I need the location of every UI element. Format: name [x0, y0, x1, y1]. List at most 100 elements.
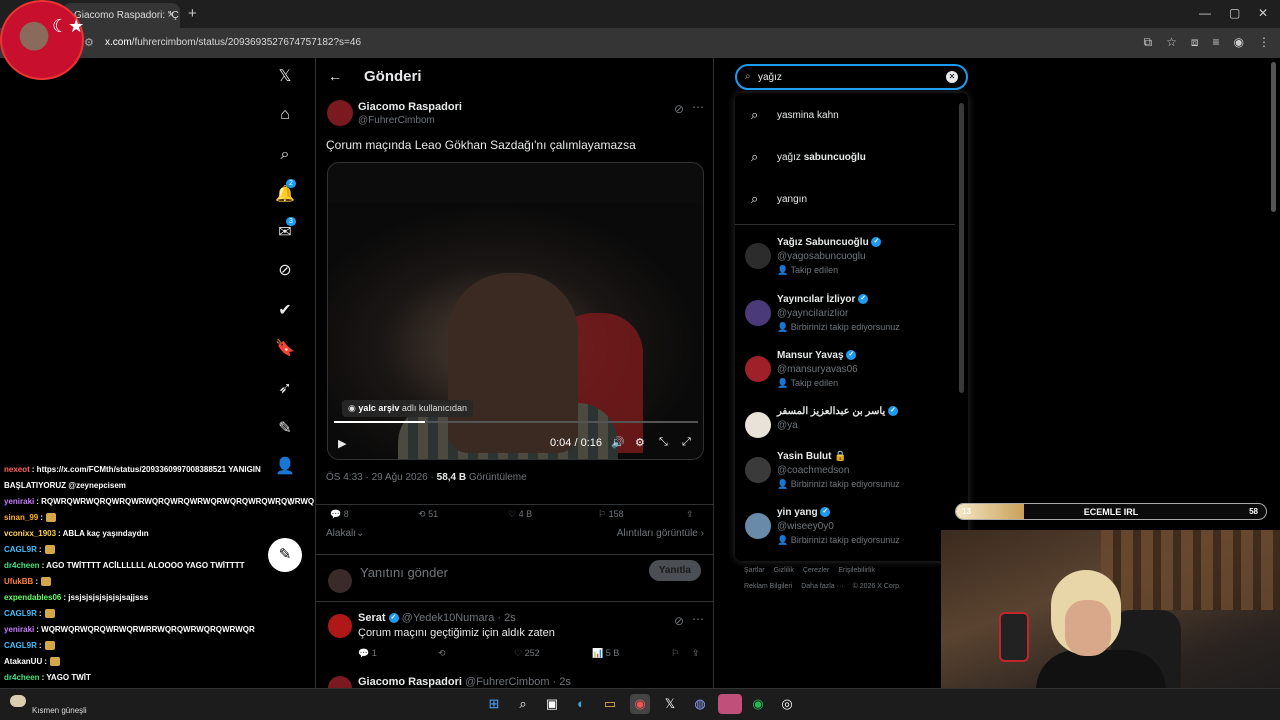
comment-avatar[interactable] — [328, 676, 352, 688]
close-window-button[interactable]: ✕ — [1258, 6, 1268, 20]
chat-username: UfukBB — [4, 577, 34, 586]
obs-icon[interactable]: ◎ — [777, 694, 797, 714]
view-quotes-link[interactable]: Alıntıları görüntüle › — [617, 528, 704, 539]
comment-author[interactable]: Serat ✓ @Yedek10Numara · 2s — [358, 612, 516, 624]
pip-icon[interactable]: ⤡ — [659, 436, 668, 449]
footer-link[interactable]: Çerezler — [803, 567, 829, 574]
more-options-icon[interactable]: ⋯ — [692, 612, 704, 626]
bookmark-action[interactable]: ⚐ 158 — [598, 509, 624, 520]
more-options-icon[interactable]: ⋯ — [692, 100, 704, 114]
back-arrow-icon[interactable]: ← — [328, 68, 342, 84]
windows-start-icon[interactable]: ⊞ — [484, 694, 504, 714]
home-icon[interactable]: ⌂ — [270, 106, 300, 124]
task-view-icon[interactable]: ▣ — [542, 694, 562, 714]
bookmark-icon[interactable]: 🔖 — [270, 338, 300, 358]
relevant-dropdown[interactable]: Alakalı⌄ — [326, 528, 364, 539]
chat-message: UfukBB: — [4, 577, 52, 587]
search-suggestion[interactable]: ⌕ yağız sabuncuoğlu — [735, 137, 955, 177]
user-suggestion[interactable]: yin yang ✓ @wiseey0y0 👤 Birbirinizi takip … — [735, 505, 955, 561]
comment-like-action[interactable]: ♡ 252 — [514, 648, 540, 659]
search-icon[interactable]: ⌕ — [270, 146, 300, 164]
compose-button[interactable]: ✎ — [268, 538, 302, 572]
streaming-app-icon[interactable] — [718, 694, 742, 714]
clear-search-icon[interactable]: ✕ — [946, 71, 958, 83]
chat-username: CAGL9R — [4, 545, 37, 554]
footer-link[interactable]: Gizlilik — [774, 567, 794, 574]
like-action[interactable]: ♡ 4 B — [508, 509, 532, 520]
chat-username: expendables06 — [4, 593, 62, 602]
comment-author[interactable]: Giacomo Raspadori @FuhrerCimbom · 2s — [358, 676, 571, 688]
search-box[interactable]: ⌕ ✕ — [735, 64, 968, 90]
rocket-icon[interactable]: ➶ — [270, 378, 300, 398]
user-suggestion[interactable]: Yayıncılar İzliyor ✓ @yaynciIarizIior 👤 Bi… — [735, 292, 955, 348]
url-field[interactable]: x.com/fuhrercimbom/status/20936935276747… — [105, 37, 361, 48]
grok-icon[interactable]: ⊘ — [674, 102, 684, 116]
comment-views[interactable]: 📊 5 B — [592, 648, 619, 659]
profile-icon[interactable]: 👤 — [270, 456, 300, 476]
minimize-button[interactable]: — — [1199, 6, 1211, 20]
tab-close-icon[interactable]: × — [168, 9, 174, 21]
author-name[interactable]: Giacomo Raspadori — [358, 101, 462, 113]
volume-icon[interactable]: 🔊 — [611, 436, 625, 449]
comment-avatar[interactable] — [328, 614, 352, 638]
footer-link[interactable]: Erişilebilirlik — [838, 567, 875, 574]
user-suggestion[interactable]: Yasin Bulut 🔒 @coachmedson 👤 Birbirinizi t… — [735, 449, 955, 505]
search-suggestion[interactable]: ⌕ yasmina kahn — [735, 95, 955, 135]
play-icon[interactable]: ▶ — [338, 437, 346, 450]
site-info-icon[interactable]: ⚙ — [84, 36, 94, 49]
edit-list-icon[interactable]: ✎ — [270, 418, 300, 438]
cast-icon[interactable]: ⧉ — [1144, 35, 1153, 50]
reply-input[interactable]: Yanıtını gönder — [360, 565, 448, 580]
user-suggestion[interactable]: Mansur Yavaş ✓ @mansuryavas06 👤 Takip edil… — [735, 348, 955, 404]
search-input[interactable] — [758, 72, 938, 83]
bell-icon[interactable]: 🔔 2 — [270, 179, 300, 204]
discord-icon[interactable]: ◍ — [690, 694, 710, 714]
edge-icon[interactable]: ◐ — [571, 694, 591, 714]
footer-link[interactable]: Şartlar — [744, 567, 765, 574]
grok-icon[interactable]: ⊘ — [270, 260, 300, 280]
footer-link[interactable]: Daha fazla ··· — [801, 583, 843, 590]
extensions-icon[interactable]: ⧈ — [1191, 35, 1199, 50]
chat-message: CAGL9R: — [4, 545, 55, 555]
footer-link[interactable]: © 2026 X Corp. — [853, 583, 901, 590]
video-progress-bar[interactable] — [334, 421, 698, 423]
user-avatar — [745, 513, 771, 539]
comment-reply-action[interactable]: 💬 1 — [358, 648, 377, 659]
dropdown-scrollbar[interactable] — [959, 103, 964, 393]
weather-text[interactable]: Kısmen güneşli — [32, 706, 87, 715]
comment-repost-icon[interactable]: ⟲ — [438, 648, 446, 659]
author-avatar[interactable] — [327, 100, 353, 126]
browser-menu-icon[interactable]: ⋮ — [1258, 35, 1270, 50]
spotify-icon[interactable]: ◉ — [748, 694, 768, 714]
reading-list-icon[interactable]: ≡ — [1213, 35, 1220, 50]
x-app-icon[interactable]: 𝕏 — [660, 694, 680, 714]
settings-gear-icon[interactable]: ⚙ — [635, 436, 645, 449]
maximize-button[interactable]: ▢ — [1229, 6, 1240, 20]
page-scrollbar[interactable] — [1271, 62, 1276, 212]
share-icon[interactable]: ⇪ — [686, 509, 694, 520]
new-tab-button[interactable]: + — [188, 5, 197, 22]
video-player[interactable]: ◉ yalc arşiv adlı kullanıcıdan ▶ 0:04 / … — [327, 162, 704, 460]
chrome-icon[interactable]: ◉ — [630, 694, 650, 714]
video-attribution[interactable]: ◉ yalc arşiv adlı kullanıcıdan — [342, 400, 473, 417]
verified-icon[interactable]: ✔ — [270, 300, 300, 320]
grok-icon[interactable]: ⊘ — [674, 614, 684, 628]
author-handle[interactable]: @FuhrerCimbom — [358, 115, 435, 126]
repost-count: 51 — [428, 509, 439, 519]
x-logo-icon[interactable]: 𝕏 — [270, 66, 300, 86]
taskbar-search-icon[interactable]: ⌕ — [513, 694, 533, 714]
search-suggestion[interactable]: ⌕ yangın — [735, 179, 955, 219]
user-suggestion[interactable]: Yağız Sabuncuoğlu ✓ @yagosabuncuoglu 👤 Tak… — [735, 235, 955, 291]
messages-icon[interactable]: ✉ 3 — [270, 217, 300, 242]
file-explorer-icon[interactable]: ▭ — [600, 694, 620, 714]
footer-link[interactable]: Reklam Bilgileri — [744, 583, 792, 590]
reply-button[interactable]: Yanıtla — [648, 560, 701, 581]
comment-share-icon[interactable]: ⇪ — [692, 648, 700, 659]
profile-avatar-icon[interactable]: ◉ — [1234, 35, 1244, 50]
reply-action[interactable]: 💬 8 — [330, 509, 349, 520]
chat-message: vconixx_1903: ABLA kaç yaşındaydın — [4, 529, 149, 538]
fullscreen-icon[interactable]: ⤢ — [682, 436, 691, 449]
repost-action[interactable]: ⟲ 51 — [418, 509, 438, 520]
comment-bookmark-icon[interactable]: ⚐ — [671, 648, 679, 659]
star-icon[interactable]: ☆ — [1166, 35, 1177, 50]
